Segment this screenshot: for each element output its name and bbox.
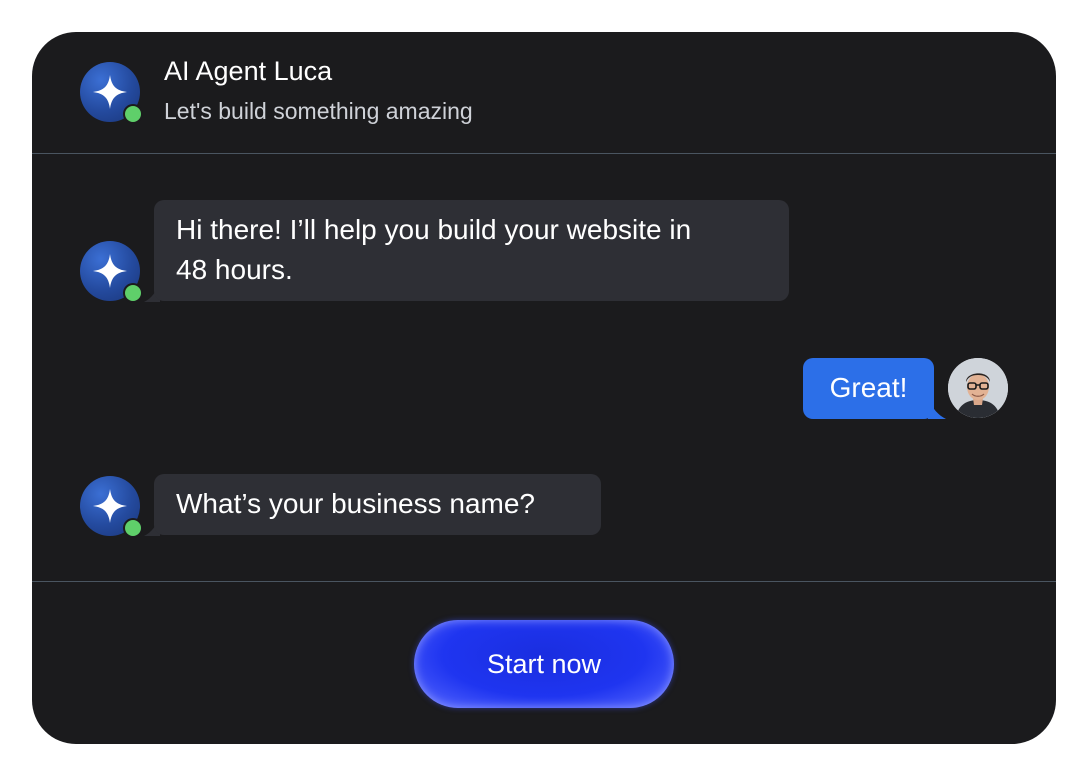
agent-name: AI Agent Luca xyxy=(164,56,333,86)
agent-avatar xyxy=(80,476,141,536)
footer-divider xyxy=(32,581,1056,582)
online-status-dot xyxy=(125,106,141,122)
agent-avatar xyxy=(80,241,141,301)
online-status-dot xyxy=(125,285,141,301)
message-text-line: 48 hours. xyxy=(176,254,293,285)
sparkle-icon xyxy=(93,489,127,523)
sparkle-icon xyxy=(93,75,127,109)
agent-tagline: Let's build something amazing xyxy=(164,98,473,124)
sparkle-icon xyxy=(93,254,127,288)
agent-message: What’s your business name? xyxy=(154,474,601,535)
agent-message: Hi there! I’ll help you build your websi… xyxy=(154,200,789,301)
chat-header: AI Agent Luca Let's build something amaz… xyxy=(32,32,1056,154)
start-now-button[interactable]: Start now xyxy=(414,620,674,708)
user-avatar xyxy=(948,358,1008,418)
message-text: What’s your business name? xyxy=(176,488,535,519)
agent-avatar xyxy=(80,62,141,122)
message-text: Great! xyxy=(829,372,908,403)
user-message: Great! xyxy=(803,358,934,419)
message-text-line: Hi there! I’ll help you build your websi… xyxy=(176,214,692,245)
bubble-tail xyxy=(928,399,946,419)
online-status-dot xyxy=(125,520,141,536)
chat-card: AI Agent Luca Let's build something amaz… xyxy=(32,32,1056,744)
